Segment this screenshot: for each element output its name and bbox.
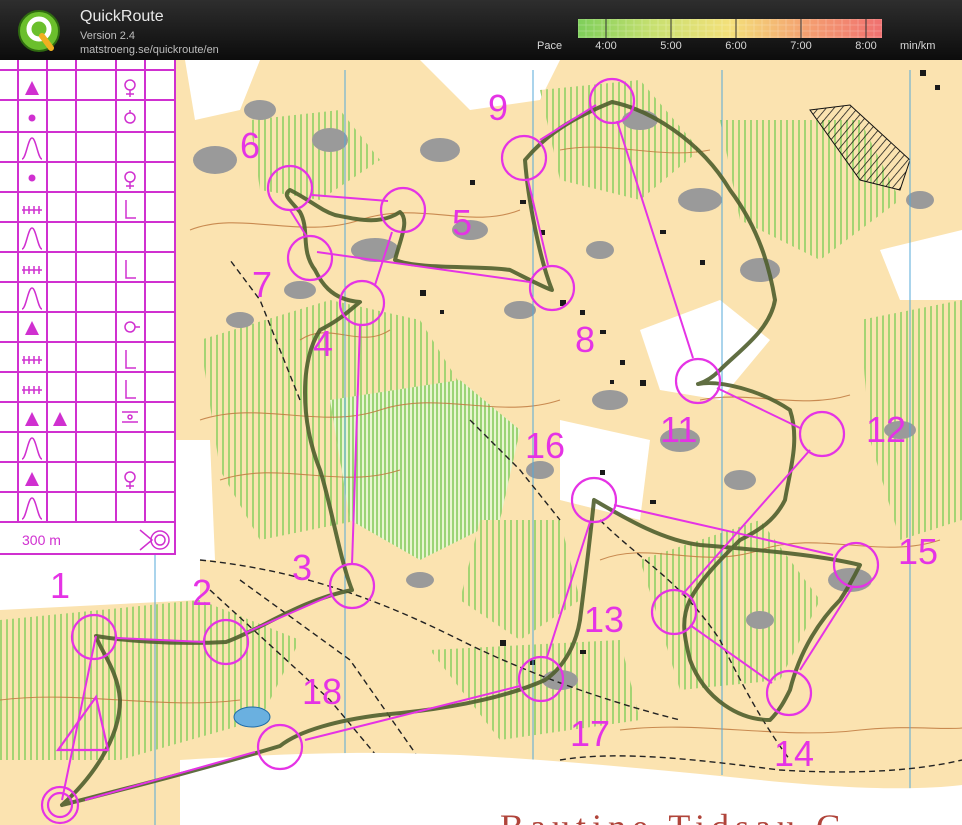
control-label-3: 3 [292, 547, 313, 588]
pace-tick-4: 7:00 [790, 40, 812, 52]
app-header: QuickRoute Version 2.4 matstroeng.se/qui… [0, 0, 962, 60]
control-label-6: 6 [240, 125, 261, 166]
control-label-18: 18 [302, 671, 343, 712]
control-label-4: 4 [313, 323, 334, 364]
control-label-9: 9 [488, 87, 509, 128]
control-description-sheet [0, 60, 176, 555]
control-label-14: 14 [774, 733, 815, 774]
pace-tick-1: 4:00 [595, 40, 617, 52]
pace-tick-5: 8:00 [855, 40, 877, 52]
app-title: QuickRoute [80, 8, 164, 25]
map-scale-text: 300 m [22, 532, 61, 548]
control-label-5: 5 [452, 202, 473, 243]
quickroute-q-logo-icon [18, 10, 60, 52]
app-url[interactable]: matstroeng.se/quickroute/en [80, 44, 219, 56]
control-label-12: 12 [866, 409, 907, 450]
pace-tick-2: 5:00 [660, 40, 682, 52]
quickroute-window: QuickRoute Version 2.4 matstroeng.se/qui… [0, 0, 962, 825]
map-bottom-text: Bautine Tidsau G [500, 806, 848, 825]
lake [233, 706, 271, 728]
control-label-1: 1 [50, 565, 71, 606]
pace-unit: min/km [900, 40, 936, 52]
control-label-2: 2 [192, 572, 213, 613]
control-label-13: 13 [584, 599, 625, 640]
control-label-17: 17 [570, 713, 611, 754]
app-version: Version 2.4 [80, 30, 136, 42]
pace-color-bar [578, 19, 882, 38]
control-label-7: 7 [252, 264, 273, 305]
pace-label: Pace [537, 40, 563, 52]
control-label-8: 8 [575, 319, 596, 360]
control-label-11: 11 [660, 409, 698, 450]
control-label-16: 16 [525, 425, 566, 466]
pace-tick-3: 6:00 [725, 40, 747, 52]
description-grid [0, 60, 176, 555]
finish-symbol-icon [150, 530, 170, 550]
control-label-15: 15 [898, 531, 939, 572]
